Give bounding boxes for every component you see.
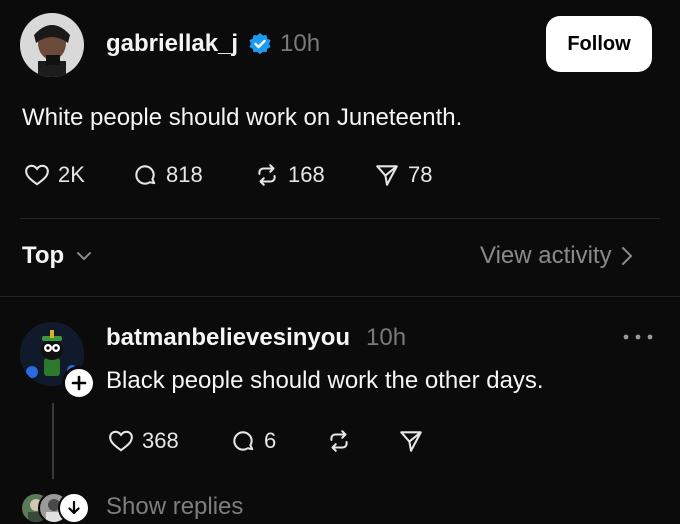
comment-button[interactable]: 818 [132, 162, 203, 188]
follow-button[interactable]: Follow [546, 16, 652, 72]
comment-icon [233, 431, 254, 451]
author-avatar[interactable] [20, 13, 84, 77]
post-timestamp: 10h [280, 30, 321, 57]
reply-username[interactable]: batmanbelievesinyou [106, 324, 350, 352]
reply-like-button[interactable]: 368 [108, 428, 179, 454]
chevron-right-icon [621, 247, 632, 265]
reply-share-button[interactable] [398, 428, 424, 454]
divider [0, 296, 680, 297]
heart-icon [25, 164, 49, 186]
expand-replies-button[interactable] [58, 492, 90, 524]
plus-icon [71, 375, 87, 391]
repost-icon [330, 430, 348, 452]
author-avatar-image [20, 13, 84, 77]
send-icon [376, 165, 398, 186]
send-icon [400, 431, 422, 452]
arrow-down-icon [68, 500, 80, 515]
show-replies-link[interactable]: Show replies [106, 493, 243, 521]
verified-badge-icon [249, 33, 271, 55]
sort-label: Top [22, 242, 65, 269]
sort-dropdown[interactable]: Top [22, 242, 94, 270]
share-button[interactable]: 78 [374, 162, 432, 188]
view-activity-link[interactable]: View activity [480, 242, 634, 270]
repost-count: 168 [288, 162, 325, 187]
reply-comment-count: 6 [264, 428, 277, 453]
comment-count: 818 [166, 162, 203, 187]
more-options-icon[interactable] [622, 332, 654, 342]
repost-button[interactable]: 168 [254, 162, 325, 188]
repost-icon [258, 164, 276, 186]
like-button[interactable]: 2K [24, 162, 85, 188]
reply-avatars-stack[interactable] [20, 492, 90, 524]
reply-repost-button[interactable] [326, 428, 352, 454]
view-activity-label: View activity [480, 242, 612, 269]
chevron-down-icon [77, 252, 92, 260]
post-text: White people should work on Juneteenth. [22, 104, 463, 131]
divider [20, 218, 660, 219]
comment-icon [135, 165, 156, 185]
post-username[interactable]: gabriellak_j [106, 30, 238, 58]
share-count: 78 [408, 162, 433, 187]
reply-comment-button[interactable]: 6 [230, 428, 276, 454]
reply-text: Black people should work the other days. [106, 367, 544, 394]
heart-icon [109, 430, 133, 452]
thread-line [52, 403, 54, 479]
follow-plus-button[interactable] [62, 366, 96, 400]
like-count: 2K [58, 162, 85, 187]
reply-like-count: 368 [142, 428, 179, 453]
reply-timestamp: 10h [366, 324, 407, 351]
